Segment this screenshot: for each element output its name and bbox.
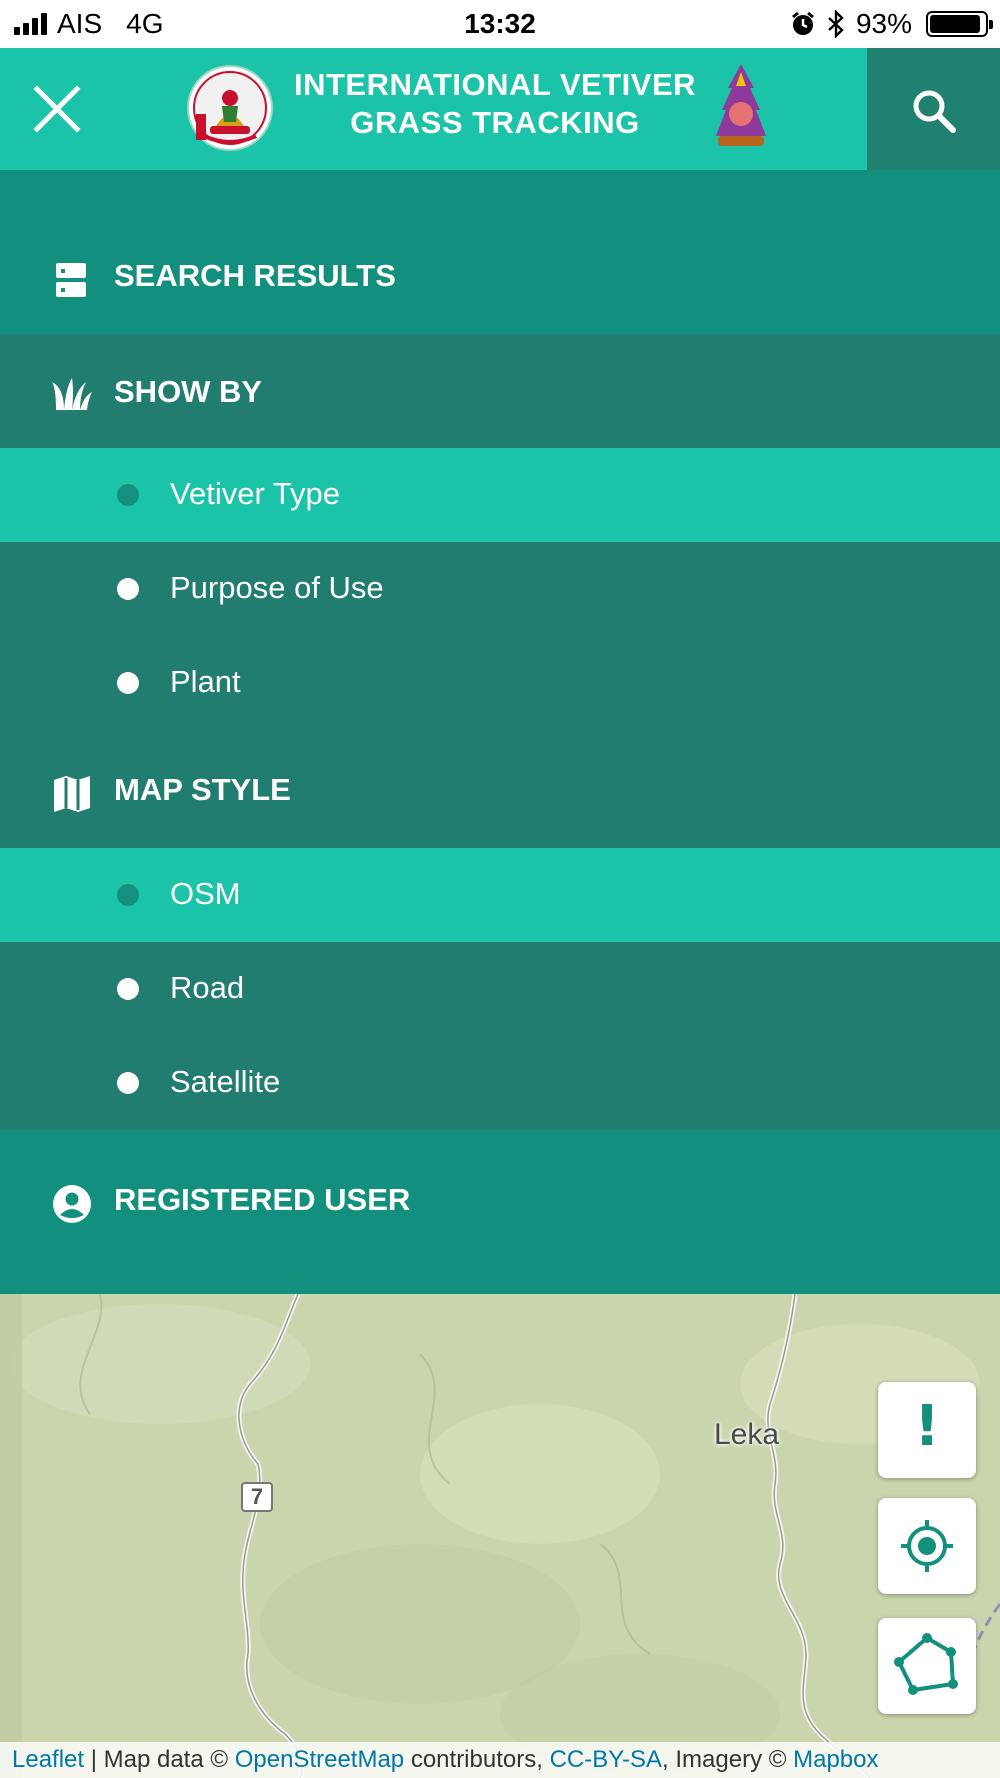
report-button[interactable]: ! [878, 1382, 976, 1478]
attribution-text: contributors, [404, 1746, 550, 1773]
option-osm[interactable]: OSM [0, 848, 1000, 942]
menu-registered-user[interactable]: REGISTERED USER [0, 1130, 1000, 1294]
openstreetmap-link[interactable]: OpenStreetMap [235, 1746, 404, 1773]
radio-icon [117, 978, 139, 1000]
option-label: Vetiver Type [170, 476, 341, 511]
alert-icon: ! [914, 1394, 940, 1459]
option-satellite[interactable]: Satellite [0, 1036, 1000, 1130]
option-label: OSM [170, 876, 241, 911]
app-title: INTERNATIONAL VETIVER GRASS TRACKING [285, 66, 705, 142]
map-style-label: MAP STYLE [114, 772, 291, 807]
option-label: Satellite [170, 1064, 281, 1099]
close-button[interactable] [22, 74, 92, 144]
attribution-text: | Map data © [84, 1746, 235, 1773]
polygon-icon [894, 1633, 958, 1695]
option-label: Purpose of Use [170, 570, 384, 605]
account-circle-icon [53, 1185, 91, 1223]
draw-polygon-button[interactable] [878, 1618, 976, 1714]
app-title-line1: INTERNATIONAL VETIVER [293, 67, 697, 102]
menu-show-by[interactable]: SHOW BY [0, 334, 1000, 448]
option-purpose-of-use[interactable]: Purpose of Use [0, 542, 1000, 636]
option-label: Plant [170, 664, 241, 699]
radio-selected-icon [117, 884, 139, 906]
battery-icon [926, 11, 993, 37]
locate-button[interactable] [878, 1498, 976, 1594]
license-link[interactable]: CC-BY-SA [550, 1746, 662, 1773]
menu-search-results[interactable]: SEARCH RESULTS [0, 170, 1000, 334]
attribution-text: , Imagery © [662, 1746, 794, 1773]
route-shield: 7 [241, 1482, 273, 1512]
option-road[interactable]: Road [0, 942, 1000, 1036]
search-icon [913, 90, 956, 133]
crest-logo [716, 64, 766, 146]
menu-map-style[interactable]: MAP STYLE [0, 730, 1000, 848]
app-title-line2: GRASS TRACKING [350, 105, 640, 140]
radio-icon [117, 672, 139, 694]
list-icon [56, 263, 86, 297]
alarm-icon [792, 11, 814, 35]
battery-fill [930, 15, 981, 33]
radio-selected-icon [117, 484, 139, 506]
close-icon [33, 85, 81, 133]
emblem-logo [187, 65, 273, 151]
place-label: Leka [714, 1418, 780, 1451]
option-plant[interactable]: Plant [0, 636, 1000, 730]
crosshair-icon [901, 1520, 953, 1572]
battery-percent: 93% [855, 8, 912, 39]
search-button[interactable] [867, 48, 1000, 170]
map-tiles [0, 1294, 1000, 1778]
option-label: Road [170, 970, 245, 1005]
registered-user-label: REGISTERED USER [114, 1182, 411, 1217]
radio-icon [117, 578, 139, 600]
app-header: INTERNATIONAL VETIVER GRASS TRACKING [0, 48, 1000, 170]
radio-icon [117, 1072, 139, 1094]
map-icon [54, 776, 90, 812]
show-by-label: SHOW BY [114, 374, 263, 409]
status-bar: AIS 4G 13:32 93% [0, 0, 1000, 48]
map-view[interactable]: Leka 7 ! [0, 1294, 1000, 1778]
side-menu: SEARCH RESULTS SHOW BY Vetiver Type Purp… [0, 170, 1000, 1294]
mapbox-link[interactable]: Mapbox [793, 1746, 878, 1773]
map-attribution: Leaflet | Map data © OpenStreetMap contr… [0, 1742, 1000, 1778]
search-results-label: SEARCH RESULTS [114, 258, 396, 293]
leaflet-link[interactable]: Leaflet [12, 1746, 84, 1773]
option-vetiver-type[interactable]: Vetiver Type [0, 448, 1000, 542]
status-right: 93% [790, 8, 993, 40]
grass-icon [52, 378, 92, 410]
bluetooth-icon [828, 10, 844, 38]
